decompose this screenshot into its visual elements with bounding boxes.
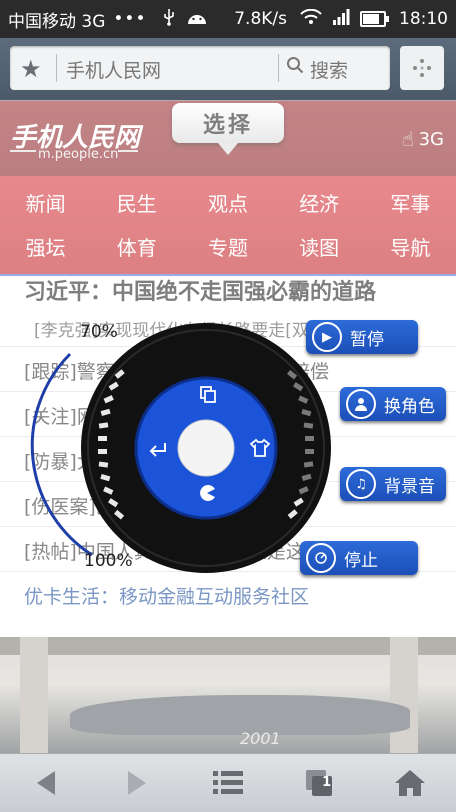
background-music-button[interactable]: ♫ 背景音 <box>340 467 446 501</box>
stop-button[interactable]: 停止 <box>300 541 418 575</box>
return-icon[interactable] <box>147 439 169 461</box>
person-icon <box>346 389 376 419</box>
switch-character-label: 换角色 <box>384 396 435 417</box>
progress-start-label: 70% <box>80 322 118 342</box>
background-music-label: 背景音 <box>384 476 435 497</box>
copy-icon[interactable] <box>199 385 217 407</box>
music-note-icon: ♫ <box>346 469 376 499</box>
shirt-icon[interactable] <box>249 438 271 462</box>
pause-label: 暂停 <box>350 329 384 350</box>
switch-character-button[interactable]: 换角色 <box>340 387 446 421</box>
stop-label: 停止 <box>344 550 378 571</box>
pause-button[interactable]: ▶ 暂停 <box>306 320 418 354</box>
play-icon: ▶ <box>312 322 342 352</box>
stop-gauge-icon <box>306 543 336 573</box>
pacman-icon[interactable] <box>198 484 216 506</box>
progress-end-label: 100% <box>84 551 133 571</box>
music-player-widget: 70% 100% ▶ 暂停 换角色 ♫ 背景音 停止 <box>0 0 456 811</box>
